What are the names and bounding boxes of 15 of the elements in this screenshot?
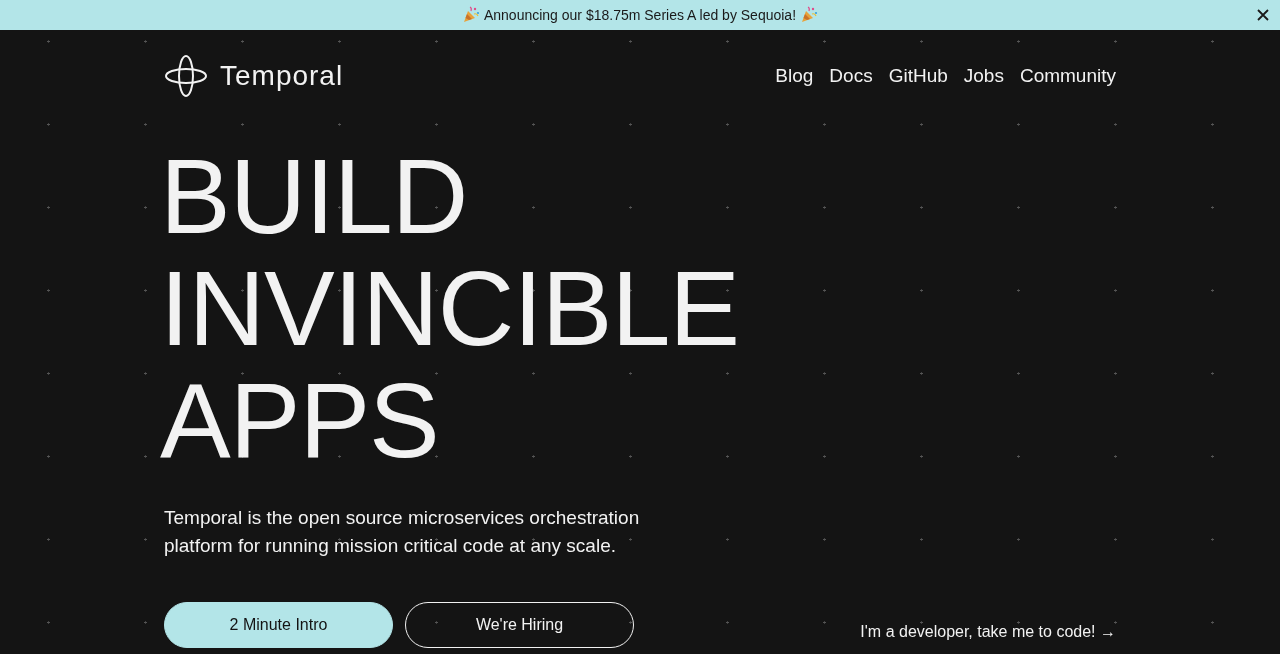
party-popper-icon [461, 6, 480, 24]
nav-link[interactable]: Community [1019, 61, 1116, 91]
intro-button[interactable]: 2 Minute Intro [164, 602, 393, 648]
logo-icon[interactable] [164, 54, 208, 98]
nav-link[interactable]: Docs [829, 61, 873, 91]
nav-link[interactable]: Jobs [963, 61, 1004, 91]
party-popper-icon [800, 6, 819, 24]
announcement-text[interactable]: Announcing our $18.75m Series A led by Sequoia! [483, 4, 797, 26]
nav-link[interactable]: GitHub [888, 61, 948, 91]
developer-link[interactable]: I'm a developer, take me to code! → [860, 620, 1116, 644]
hero-description: Temporal is the open source microservices orchestration platform for running mission critical code at any scale. [164, 506, 641, 558]
close-icon[interactable] [1256, 8, 1270, 22]
nav-link[interactable]: Blog [775, 61, 814, 91]
brand-name[interactable]: Temporal [220, 55, 344, 97]
hero-headline: BUILD INVINCIBLE APPS [160, 140, 741, 476]
